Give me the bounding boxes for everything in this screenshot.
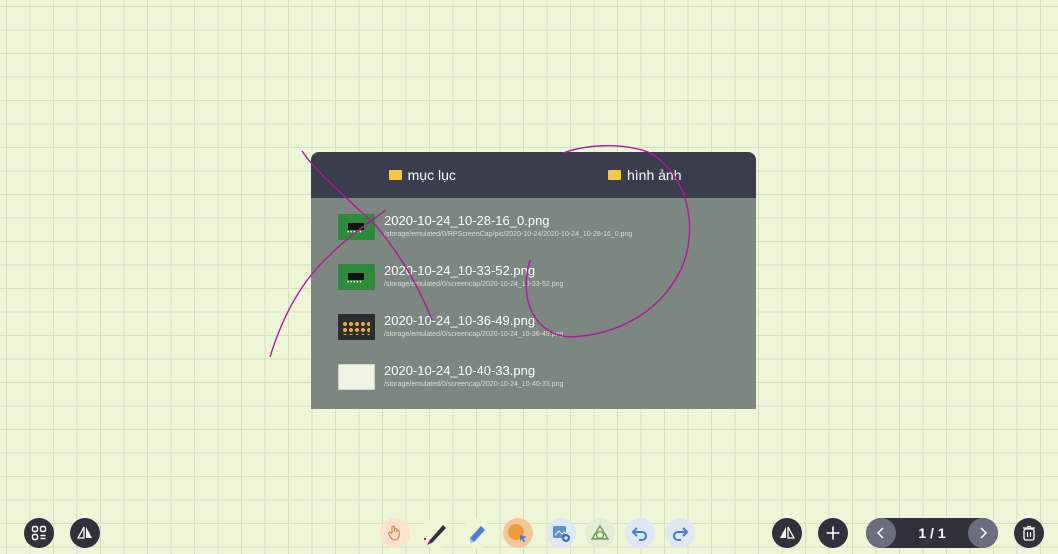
menu-button[interactable] (24, 518, 54, 548)
file-name: 2020-10-24_10-40-33.png (384, 363, 536, 378)
image-icon (608, 170, 621, 180)
hand-tool-button[interactable] (380, 518, 410, 548)
list-item[interactable]: 2020-10-24_10-33-52.png /storage/emulate… (311, 252, 756, 302)
tab-images[interactable]: hình ảnh (534, 167, 757, 183)
file-path: /storage/emulated/0/screencap/2020-10-24… (384, 281, 564, 288)
eraser-tool-button[interactable] (462, 518, 492, 548)
folder-icon (388, 170, 402, 180)
file-path: /storage/emulated/0/screencap/2020-10-24… (384, 381, 564, 388)
add-page-icon (826, 526, 840, 540)
chevron-right-icon (980, 527, 988, 539)
file-name: 2020-10-24_10-33-52.png (384, 263, 536, 278)
file-list: 2020-10-24_10-28-16_0.png /storage/emula… (311, 198, 756, 409)
file-path: /storage/emulated/0/RPScreenCap/pic/2020… (384, 231, 633, 238)
flip-icon (77, 526, 92, 539)
pen-tool-button[interactable] (421, 518, 451, 548)
pen-icon (423, 525, 446, 545)
shape-icon (590, 524, 610, 540)
file-thumbnail (338, 314, 375, 340)
flip-icon (780, 526, 795, 539)
insert-image-icon (553, 526, 570, 542)
panel-tabs: mục lục hình ảnh (311, 152, 756, 198)
list-item[interactable]: 2020-10-24_10-28-16_0.png /storage/emula… (311, 202, 756, 252)
delete-icon (1023, 525, 1035, 541)
grid-menu-icon (31, 525, 47, 541)
redo-icon (673, 527, 689, 541)
insert-image-button[interactable] (546, 518, 576, 548)
redo-button[interactable] (665, 518, 695, 548)
add-page-button[interactable] (818, 518, 848, 548)
chevron-left-icon (876, 527, 884, 539)
select-icon (508, 524, 527, 542)
file-thumbnail (338, 214, 375, 240)
file-name: 2020-10-24_10-28-16_0.png (384, 213, 550, 228)
page-indicator: 1 / 1 (918, 525, 946, 541)
hand-icon (388, 525, 400, 541)
tab-label: mục lục (407, 167, 456, 183)
delete-button[interactable] (1014, 518, 1044, 548)
flip-button[interactable] (70, 518, 100, 548)
select-tool-button[interactable] (503, 518, 533, 548)
page-navigator: 1 / 1 (866, 518, 998, 548)
list-item[interactable]: 2020-10-24_10-40-33.png /storage/emulate… (311, 352, 756, 402)
tab-label: hình ảnh (627, 167, 682, 183)
file-browser-panel: mục lục hình ảnh 2020-10-24_10-28-16_0.p… (311, 152, 756, 409)
eraser-icon (470, 526, 485, 543)
prev-page-button[interactable] (866, 518, 896, 548)
shape-tool-button[interactable] (585, 518, 615, 548)
flip-button-right[interactable] (772, 518, 802, 548)
file-thumbnail (338, 364, 375, 390)
file-name: 2020-10-24_10-36-49.png (384, 313, 536, 328)
undo-icon (631, 527, 647, 541)
file-path: /storage/emulated/0/screencap/2020-10-24… (384, 331, 564, 338)
next-page-button[interactable] (968, 518, 998, 548)
tab-directory[interactable]: mục lục (311, 167, 534, 183)
file-thumbnail (338, 264, 375, 290)
list-item[interactable]: 2020-10-24_10-36-49.png /storage/emulate… (311, 302, 756, 352)
undo-button[interactable] (625, 518, 655, 548)
